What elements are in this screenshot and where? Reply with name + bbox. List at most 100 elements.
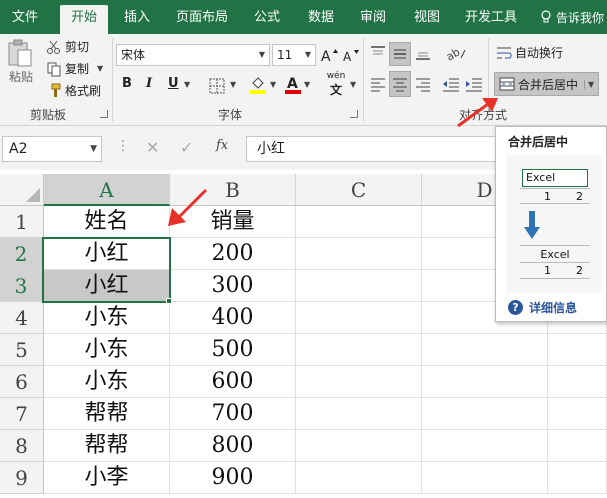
merge-center-button[interactable]: 合并后居中 ▼ [494,72,600,96]
bold-button[interactable]: B [122,76,132,91]
cell-sales[interactable]: 300 [170,270,296,302]
column-header-b[interactable]: B [170,174,296,206]
increase-indent-icon[interactable] [463,72,485,96]
cell-name[interactable]: 帮帮 [44,430,170,462]
cell-empty[interactable] [422,398,548,430]
phonetic-button[interactable]: wén 文 [322,71,350,97]
cell-name[interactable]: 小李 [44,462,170,494]
cell-name[interactable]: 小东 [44,302,170,334]
format-painter-button[interactable]: 格式刷 [46,82,101,99]
copy-dropdown-icon[interactable]: ▼ [97,64,103,73]
orientation-icon[interactable]: ab [442,42,470,64]
row-header[interactable]: 8 [0,430,44,462]
column-header-a[interactable]: A [44,174,170,206]
cell-empty[interactable] [422,430,548,462]
font-size-select[interactable]: 11 ▼ [272,44,316,66]
cell-sales[interactable]: 700 [170,398,296,430]
merge-dropdown-icon[interactable]: ▼ [584,79,594,89]
decrease-indent-icon[interactable] [440,72,462,96]
phonetic-dropdown-icon[interactable]: ▼ [350,80,356,89]
decrease-font-icon[interactable]: A [342,46,360,64]
cell-empty[interactable] [296,334,422,366]
row-header[interactable]: 5 [0,334,44,366]
cut-button[interactable]: 剪切 [46,38,89,55]
align-bottom-icon[interactable] [413,42,433,64]
cell-sales[interactable]: 500 [170,334,296,366]
cell-sales[interactable]: 800 [170,430,296,462]
align-right-icon[interactable] [413,72,433,96]
cell-empty[interactable] [296,462,422,494]
cell-empty[interactable] [422,366,548,398]
fill-color-icon[interactable] [248,74,268,96]
borders-icon[interactable] [206,76,228,96]
cell-empty[interactable] [296,238,422,270]
cell-empty[interactable] [548,462,607,494]
row-header[interactable]: 4 [0,302,44,334]
align-middle-icon[interactable] [389,42,411,66]
row-header[interactable]: 6 [0,366,44,398]
tooltip-help-link[interactable]: ? 详细信息 [508,299,577,316]
borders-dropdown-icon[interactable]: ▼ [230,80,236,89]
column-header-c[interactable]: C [296,174,422,206]
cancel-icon[interactable]: ✕ [146,138,159,157]
clipboard-launcher-icon[interactable] [100,110,108,118]
font-launcher-icon[interactable] [350,110,358,118]
cell-name[interactable]: 小东 [44,334,170,366]
tab-insert[interactable]: 插入 [114,5,160,34]
font-color-dropdown-icon[interactable]: ▼ [304,80,310,89]
cell-empty[interactable] [422,462,548,494]
row-header[interactable]: 2 [0,238,44,270]
tell-me-box[interactable]: 告诉我你 [540,5,604,31]
underline-dropdown-icon[interactable]: ▼ [184,80,190,89]
cell-sales[interactable]: 900 [170,462,296,494]
cell-sales[interactable]: 400 [170,302,296,334]
cell-name[interactable]: 帮帮 [44,398,170,430]
insert-function-icon[interactable]: fx [216,138,228,153]
tab-page-layout[interactable]: 页面布局 [168,5,236,34]
cell-empty[interactable] [296,302,422,334]
italic-button[interactable]: I [146,76,152,91]
paste-button[interactable]: 粘贴 [6,38,36,85]
cell-name[interactable]: 姓名 [44,206,170,238]
row-header[interactable]: 3 [0,270,44,302]
copy-button[interactable]: 复制 ▼ [46,60,103,77]
increase-font-icon[interactable]: A [320,46,338,64]
cell-empty[interactable] [296,270,422,302]
name-box[interactable]: A2 ▼ [2,136,102,162]
cell-name[interactable]: 小红 [44,238,170,270]
tab-view[interactable]: 视图 [404,5,450,34]
tab-home[interactable]: 开始 [60,5,108,34]
row-header[interactable]: 1 [0,206,44,238]
cell-empty[interactable] [548,334,607,366]
enter-icon[interactable]: ✓ [180,138,193,157]
cell-name[interactable]: 小东 [44,366,170,398]
tab-review[interactable]: 审阅 [350,5,396,34]
underline-button[interactable]: U [168,76,179,91]
cell-empty[interactable] [296,206,422,238]
cell-sales[interactable]: 200 [170,238,296,270]
tab-file[interactable]: 文件 [2,5,48,34]
cell-sales[interactable]: 销量 [170,206,296,238]
font-name-select[interactable]: 宋体 ▼ [116,44,270,66]
tab-formulas[interactable]: 公式 [244,5,290,34]
align-left-icon[interactable] [368,72,388,96]
row-header[interactable]: 9 [0,462,44,494]
cell-empty[interactable] [296,398,422,430]
cell-empty[interactable] [548,430,607,462]
cell-empty[interactable] [296,366,422,398]
cell-empty[interactable] [548,366,607,398]
row-header[interactable]: 7 [0,398,44,430]
wrap-text-button[interactable]: 自动换行 [496,44,563,61]
cell-sales[interactable]: 600 [170,366,296,398]
cell-empty[interactable] [548,398,607,430]
tab-data[interactable]: 数据 [298,5,344,34]
font-color-icon[interactable]: A [284,74,302,96]
align-center-icon[interactable] [389,71,411,97]
fill-handle[interactable] [166,298,172,304]
tab-developer[interactable]: 开发工具 [458,5,524,34]
fill-color-dropdown-icon[interactable]: ▼ [270,80,276,89]
cell-empty[interactable] [296,430,422,462]
select-all-button[interactable] [0,174,44,206]
cell-empty[interactable] [422,334,548,366]
cell-name[interactable]: 小红 [44,270,170,302]
